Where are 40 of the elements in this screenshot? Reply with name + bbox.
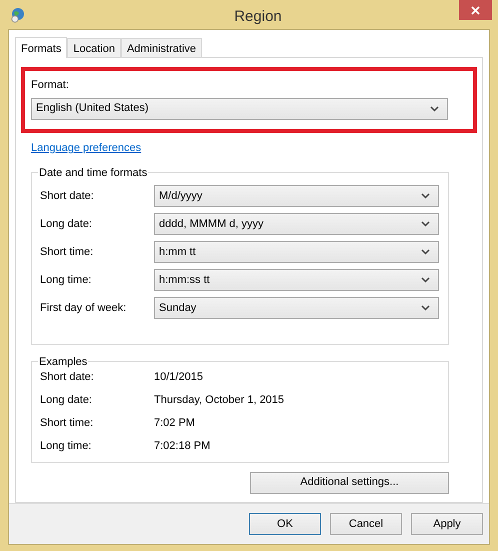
example-value: 7:02 PM (154, 416, 195, 432)
dropdown[interactable]: Sunday (154, 297, 439, 319)
language-preferences-link[interactable]: Language preferences (31, 142, 142, 154)
caret-icon (421, 305, 430, 311)
globe-icon (10, 7, 26, 23)
example-label: Long time: (40, 439, 92, 454)
dropdown[interactable]: English (United States) (31, 98, 448, 120)
field-label: Long date: (40, 216, 93, 232)
caret-icon (430, 106, 439, 112)
example-value: 7:02:18 PM (154, 439, 210, 454)
caret-icon (421, 249, 430, 255)
dialog-button[interactable]: Apply (411, 513, 483, 535)
tab[interactable]: Formats (15, 37, 68, 58)
dropdown[interactable]: h:mm:ss tt (154, 269, 439, 291)
caret-icon (421, 221, 430, 227)
tab[interactable]: Location (67, 38, 121, 57)
dropdown[interactable]: M/d/yyyy (154, 185, 439, 207)
tab[interactable]: Administrative (120, 38, 202, 57)
caret-icon (421, 193, 430, 199)
field-label: Long time: (40, 272, 92, 288)
additional-settings-button[interactable]: Additional settings... (250, 472, 449, 494)
group-title: Examples (38, 354, 88, 370)
example-value: 10/1/2015 (154, 370, 203, 386)
dropdown[interactable]: h:mm tt (154, 241, 439, 263)
field-label: Short date: (40, 188, 95, 204)
example-label: Short time: (40, 416, 94, 432)
format-label: Format: (31, 78, 70, 93)
group-title: Date and time formats (38, 166, 148, 180)
example-value: Thursday, October 1, 2015 (154, 393, 284, 408)
close-icon (471, 6, 480, 14)
example-label: Short date: (40, 370, 95, 386)
caret-icon (421, 277, 430, 283)
dropdown[interactable]: dddd, MMMM d, yyyy (154, 213, 439, 235)
close-button[interactable] (459, 0, 492, 20)
dialog-button[interactable]: Cancel (330, 513, 402, 535)
field-label: Short time: (40, 244, 94, 260)
example-label: Long date: (40, 393, 93, 408)
window-title: Region (234, 7, 282, 27)
dialog-button[interactable]: OK (249, 513, 321, 535)
field-label: First day of week: (40, 300, 128, 316)
